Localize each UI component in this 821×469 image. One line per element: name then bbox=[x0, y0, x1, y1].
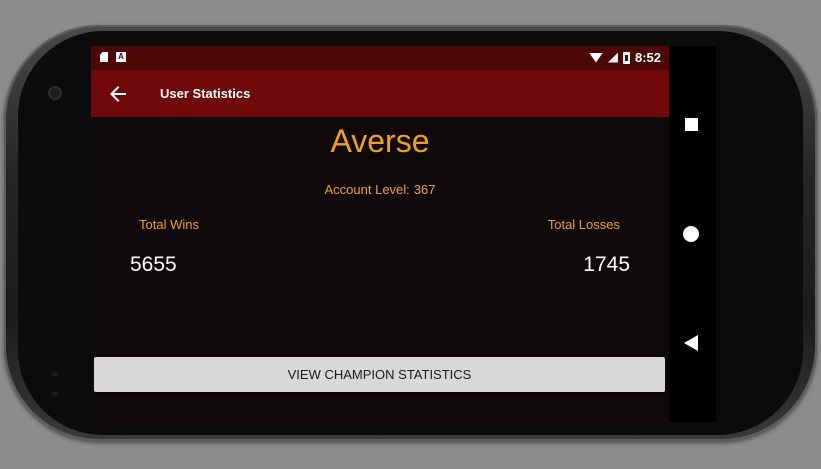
total-losses-label: Total Losses bbox=[547, 217, 620, 232]
home-circle-icon[interactable] bbox=[683, 226, 699, 242]
sd-card-icon bbox=[100, 52, 108, 62]
stats-content: Averse Account Level: 367 Total Wins Tota… bbox=[91, 117, 669, 422]
status-bar-right: 8:52 bbox=[588, 50, 661, 65]
status-time: 8:52 bbox=[634, 50, 661, 65]
wifi-icon bbox=[588, 52, 603, 63]
arrow-left-icon[interactable] bbox=[106, 82, 130, 106]
account-level-value: 367 bbox=[413, 182, 436, 197]
nav-bar bbox=[669, 46, 716, 422]
sensor-icon bbox=[52, 391, 58, 397]
app-screen: A 8:52 User Statistics Averse Account Le… bbox=[91, 46, 669, 422]
account-level: Account Level: 367 bbox=[91, 182, 669, 197]
status-bar-left: A bbox=[100, 52, 126, 62]
sensor-icon bbox=[52, 371, 58, 377]
total-losses-value: 1745 bbox=[583, 253, 630, 276]
status-bar: A 8:52 bbox=[91, 46, 669, 70]
back-triangle-icon[interactable] bbox=[684, 335, 698, 351]
view-champion-statistics-button[interactable]: VIEW CHAMPION STATISTICS bbox=[94, 357, 665, 392]
a-notification-icon: A bbox=[116, 52, 126, 62]
recents-square-icon[interactable] bbox=[685, 118, 698, 131]
battery-icon bbox=[622, 51, 630, 64]
username: Averse bbox=[330, 123, 430, 159]
app-bar: User Statistics bbox=[91, 70, 669, 117]
total-wins-value: 5655 bbox=[130, 253, 177, 276]
account-level-label: Account Level: bbox=[324, 182, 410, 197]
total-wins-label: Total Wins bbox=[139, 217, 199, 232]
camera-icon bbox=[48, 86, 62, 100]
signal-icon bbox=[607, 52, 618, 63]
page-title: User Statistics bbox=[160, 86, 251, 101]
